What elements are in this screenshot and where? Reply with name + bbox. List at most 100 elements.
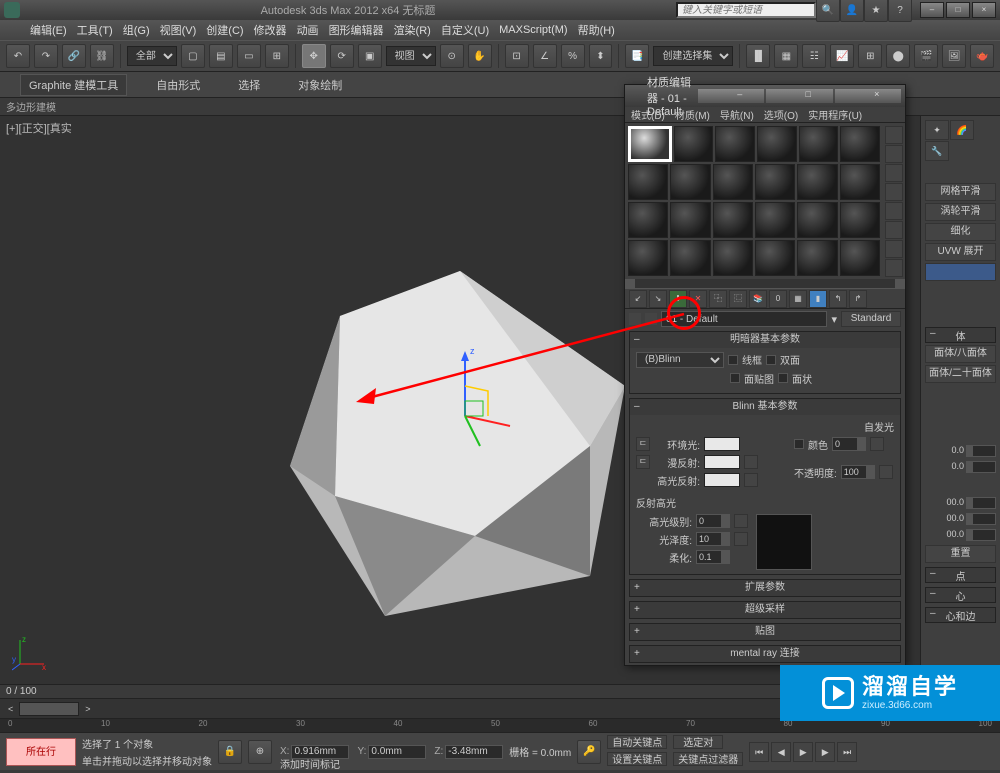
- select-name-icon[interactable]: ▤: [209, 44, 233, 68]
- cb-facemap[interactable]: [730, 373, 740, 383]
- ambient-swatch[interactable]: [704, 437, 740, 451]
- refcoords-dropdown[interactable]: 视图: [386, 46, 436, 66]
- mat-selbyMat-icon[interactable]: [885, 259, 903, 277]
- close-button[interactable]: ×: [972, 2, 996, 18]
- material-slot-6[interactable]: [840, 126, 880, 162]
- select-move-icon[interactable]: ✥: [302, 44, 326, 68]
- percent-snap-icon[interactable]: %: [561, 44, 585, 68]
- angle-snap-icon[interactable]: ∠: [533, 44, 557, 68]
- add-time-tag[interactable]: 添加时间标记: [280, 756, 340, 771]
- cb-wire[interactable]: [728, 355, 738, 365]
- named-selset-dropdown[interactable]: 创建选择集: [653, 46, 733, 66]
- abs-rel-icon[interactable]: ⊕: [248, 740, 272, 764]
- cb-selfillum-color[interactable]: [794, 439, 804, 449]
- mat-uvtile-icon[interactable]: [885, 183, 903, 201]
- mat-unique-icon[interactable]: ⿺: [729, 290, 747, 308]
- matmenu-modes[interactable]: 模式(D): [631, 107, 665, 122]
- keyfilter-button[interactable]: 关键点过滤器: [673, 752, 743, 766]
- material-slot-4[interactable]: [757, 126, 797, 162]
- material-slot-2[interactable]: [674, 126, 714, 162]
- mat-gotoparent-icon[interactable]: ↰: [829, 290, 847, 308]
- graphite-tab-freeform[interactable]: 自由形式: [147, 74, 209, 96]
- material-slot-5[interactable]: [799, 126, 839, 162]
- pivot-icon[interactable]: ⊙: [440, 44, 464, 68]
- cmd-modify-icon[interactable]: 🌈: [950, 120, 974, 140]
- menu-grapheditors[interactable]: 图形编辑器: [329, 22, 384, 38]
- mat-assign-icon[interactable]: ⬇: [669, 290, 687, 308]
- rollout-mentalray[interactable]: mental ray 连接: [630, 646, 900, 662]
- cmd-btn-uvwunwrap[interactable]: UVW 展开: [925, 243, 996, 261]
- menu-edit[interactable]: 编辑(E): [30, 22, 67, 38]
- mirror-icon[interactable]: ▐▌: [746, 44, 770, 68]
- material-min-button[interactable]: ‒: [698, 89, 765, 103]
- specular-swatch[interactable]: [704, 473, 740, 487]
- material-name-input[interactable]: [661, 311, 827, 327]
- mat-put-icon[interactable]: ↘: [649, 290, 667, 308]
- mat-options-icon[interactable]: [885, 240, 903, 258]
- menu-tools[interactable]: 工具(T): [77, 22, 113, 38]
- material-slot-3[interactable]: [715, 126, 755, 162]
- link-icon[interactable]: 🔗: [62, 44, 86, 68]
- mat-backlight-icon[interactable]: [885, 145, 903, 163]
- menu-maxscript[interactable]: MAXScript(M): [499, 24, 567, 36]
- autokey-button[interactable]: 自动关键点: [607, 735, 667, 749]
- mat-preview-icon[interactable]: [885, 221, 903, 239]
- matmenu-options[interactable]: 选项(O): [764, 107, 798, 122]
- mat-showmap-icon[interactable]: ▦: [789, 290, 807, 308]
- key-icon[interactable]: 🔑: [577, 740, 601, 764]
- render-frame-icon[interactable]: 🖼: [942, 44, 966, 68]
- curve-editor-icon[interactable]: 📈: [830, 44, 854, 68]
- play-icon[interactable]: ▶: [793, 742, 813, 762]
- specular-map-button[interactable]: [744, 473, 758, 487]
- selfillum-spin[interactable]: 0: [832, 437, 866, 451]
- favorites-icon[interactable]: ★: [864, 0, 888, 22]
- graphite-title[interactable]: Graphite 建模工具: [20, 74, 127, 96]
- rollout-points[interactable]: 点: [925, 567, 996, 583]
- mat-putlib-icon[interactable]: 📚: [749, 290, 767, 308]
- goto-end-icon[interactable]: ⏭: [837, 742, 857, 762]
- matmenu-material[interactable]: 材质(M): [675, 107, 710, 122]
- mat-scroll-right-icon[interactable]: [895, 279, 905, 288]
- selection-filter-dropdown[interactable]: 全部: [127, 46, 177, 66]
- named-selection-icon[interactable]: 📑: [625, 44, 649, 68]
- viewport-label[interactable]: [+][正交][真实: [6, 120, 72, 136]
- material-editor-icon[interactable]: ⬤: [886, 44, 910, 68]
- rollout-supersample[interactable]: 超级采样: [630, 602, 900, 618]
- mat-reset-icon[interactable]: ✕: [689, 290, 707, 308]
- mat-videocheck-icon[interactable]: [885, 202, 903, 220]
- next-frame-icon[interactable]: ▶: [815, 742, 835, 762]
- lock-ambient-diffuse[interactable]: ⊏: [636, 437, 650, 451]
- goto-start-icon[interactable]: ⏮: [749, 742, 769, 762]
- diffuse-swatch[interactable]: [704, 455, 740, 469]
- unlink-icon[interactable]: ⛓: [90, 44, 114, 68]
- menu-help[interactable]: 帮助(H): [578, 22, 615, 38]
- mat-gofwd-icon[interactable]: ↱: [849, 290, 867, 308]
- cb-2sided[interactable]: [766, 355, 776, 365]
- menu-animation[interactable]: 动画: [297, 22, 319, 38]
- align-icon[interactable]: ▦: [774, 44, 798, 68]
- mat-scroll-left-icon[interactable]: [625, 279, 635, 288]
- undo-icon[interactable]: ↶: [6, 44, 30, 68]
- lock-selection-icon[interactable]: 🔒: [218, 740, 242, 764]
- mat-background-icon[interactable]: [885, 164, 903, 182]
- help-search-icon[interactable]: 🔍: [816, 0, 840, 22]
- help-search-input[interactable]: [676, 2, 816, 18]
- signin-icon[interactable]: 👤: [840, 0, 864, 22]
- rollout-edge[interactable]: 心和边: [925, 607, 996, 623]
- material-close-button[interactable]: ×: [835, 89, 902, 103]
- spinner-snap-icon[interactable]: ⬍: [589, 44, 613, 68]
- select-scale-icon[interactable]: ▣: [358, 44, 382, 68]
- select-rotate-icon[interactable]: ⟳: [330, 44, 354, 68]
- rollout-maps[interactable]: 贴图: [630, 624, 900, 640]
- mat-showend-icon[interactable]: ▮: [809, 290, 827, 308]
- matmenu-utilities[interactable]: 实用程序(U): [808, 107, 862, 122]
- rollout-shader-params[interactable]: 明暗器基本参数: [630, 332, 900, 348]
- cmd-utilities-icon[interactable]: 🔧: [925, 141, 949, 161]
- manipulate-icon[interactable]: ✋: [468, 44, 492, 68]
- mat-sample-type-icon[interactable]: [885, 126, 903, 144]
- render-setup-icon[interactable]: 🎬: [914, 44, 938, 68]
- diffuse-map-button[interactable]: [744, 455, 758, 469]
- menu-views[interactable]: 视图(V): [160, 22, 197, 38]
- opacity-spin[interactable]: 100: [841, 465, 875, 479]
- rollout-extended[interactable]: 扩展参数: [630, 580, 900, 596]
